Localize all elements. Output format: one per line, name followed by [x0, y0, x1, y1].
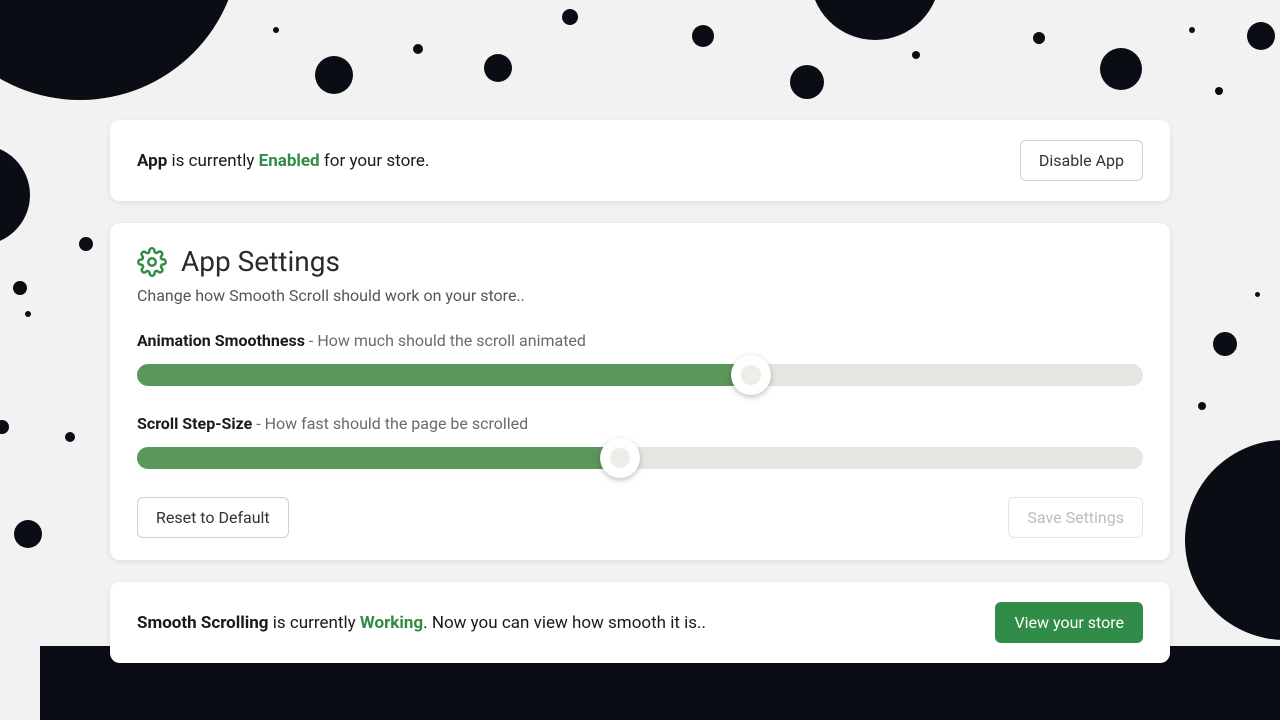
app-status-card: App is currently Enabled for your store.… — [110, 120, 1170, 201]
status-suffix: for your store. — [320, 151, 430, 171]
status-state: Enabled — [259, 151, 320, 171]
settings-subtitle: Change how Smooth Scroll should work on … — [137, 286, 1143, 305]
slider1-thumb[interactable] — [731, 355, 771, 395]
status-prefix: App — [137, 151, 167, 171]
working-middle: is currently — [269, 613, 360, 633]
working-suffix: . Now you can view how smooth it is.. — [423, 613, 706, 633]
animation-smoothness-slider[interactable] — [137, 364, 1143, 386]
view-your-store-button[interactable]: View your store — [995, 602, 1143, 643]
working-status-text: Smooth Scrolling is currently Working. N… — [137, 613, 706, 633]
working-status-card: Smooth Scrolling is currently Working. N… — [110, 582, 1170, 663]
save-settings-button[interactable]: Save Settings — [1008, 497, 1143, 538]
reset-to-default-button[interactable]: Reset to Default — [137, 497, 289, 538]
app-settings-card: App Settings Change how Smooth Scroll sh… — [110, 223, 1170, 560]
slider2-label: Scroll Step-Size - How fast should the p… — [137, 414, 1143, 433]
status-middle: is currently — [167, 151, 258, 171]
working-prefix: Smooth Scrolling — [137, 613, 269, 633]
settings-title: App Settings — [181, 245, 340, 278]
slider2-fill — [137, 447, 620, 469]
slider1-label: Animation Smoothness - How much should t… — [137, 331, 1143, 350]
gear-icon — [137, 247, 167, 277]
working-state: Working — [360, 613, 423, 633]
slider2-thumb[interactable] — [600, 438, 640, 478]
slider1-fill — [137, 364, 751, 386]
scroll-step-size-slider[interactable] — [137, 447, 1143, 469]
disable-app-button[interactable]: Disable App — [1020, 140, 1143, 181]
app-status-text: App is currently Enabled for your store. — [137, 151, 429, 171]
